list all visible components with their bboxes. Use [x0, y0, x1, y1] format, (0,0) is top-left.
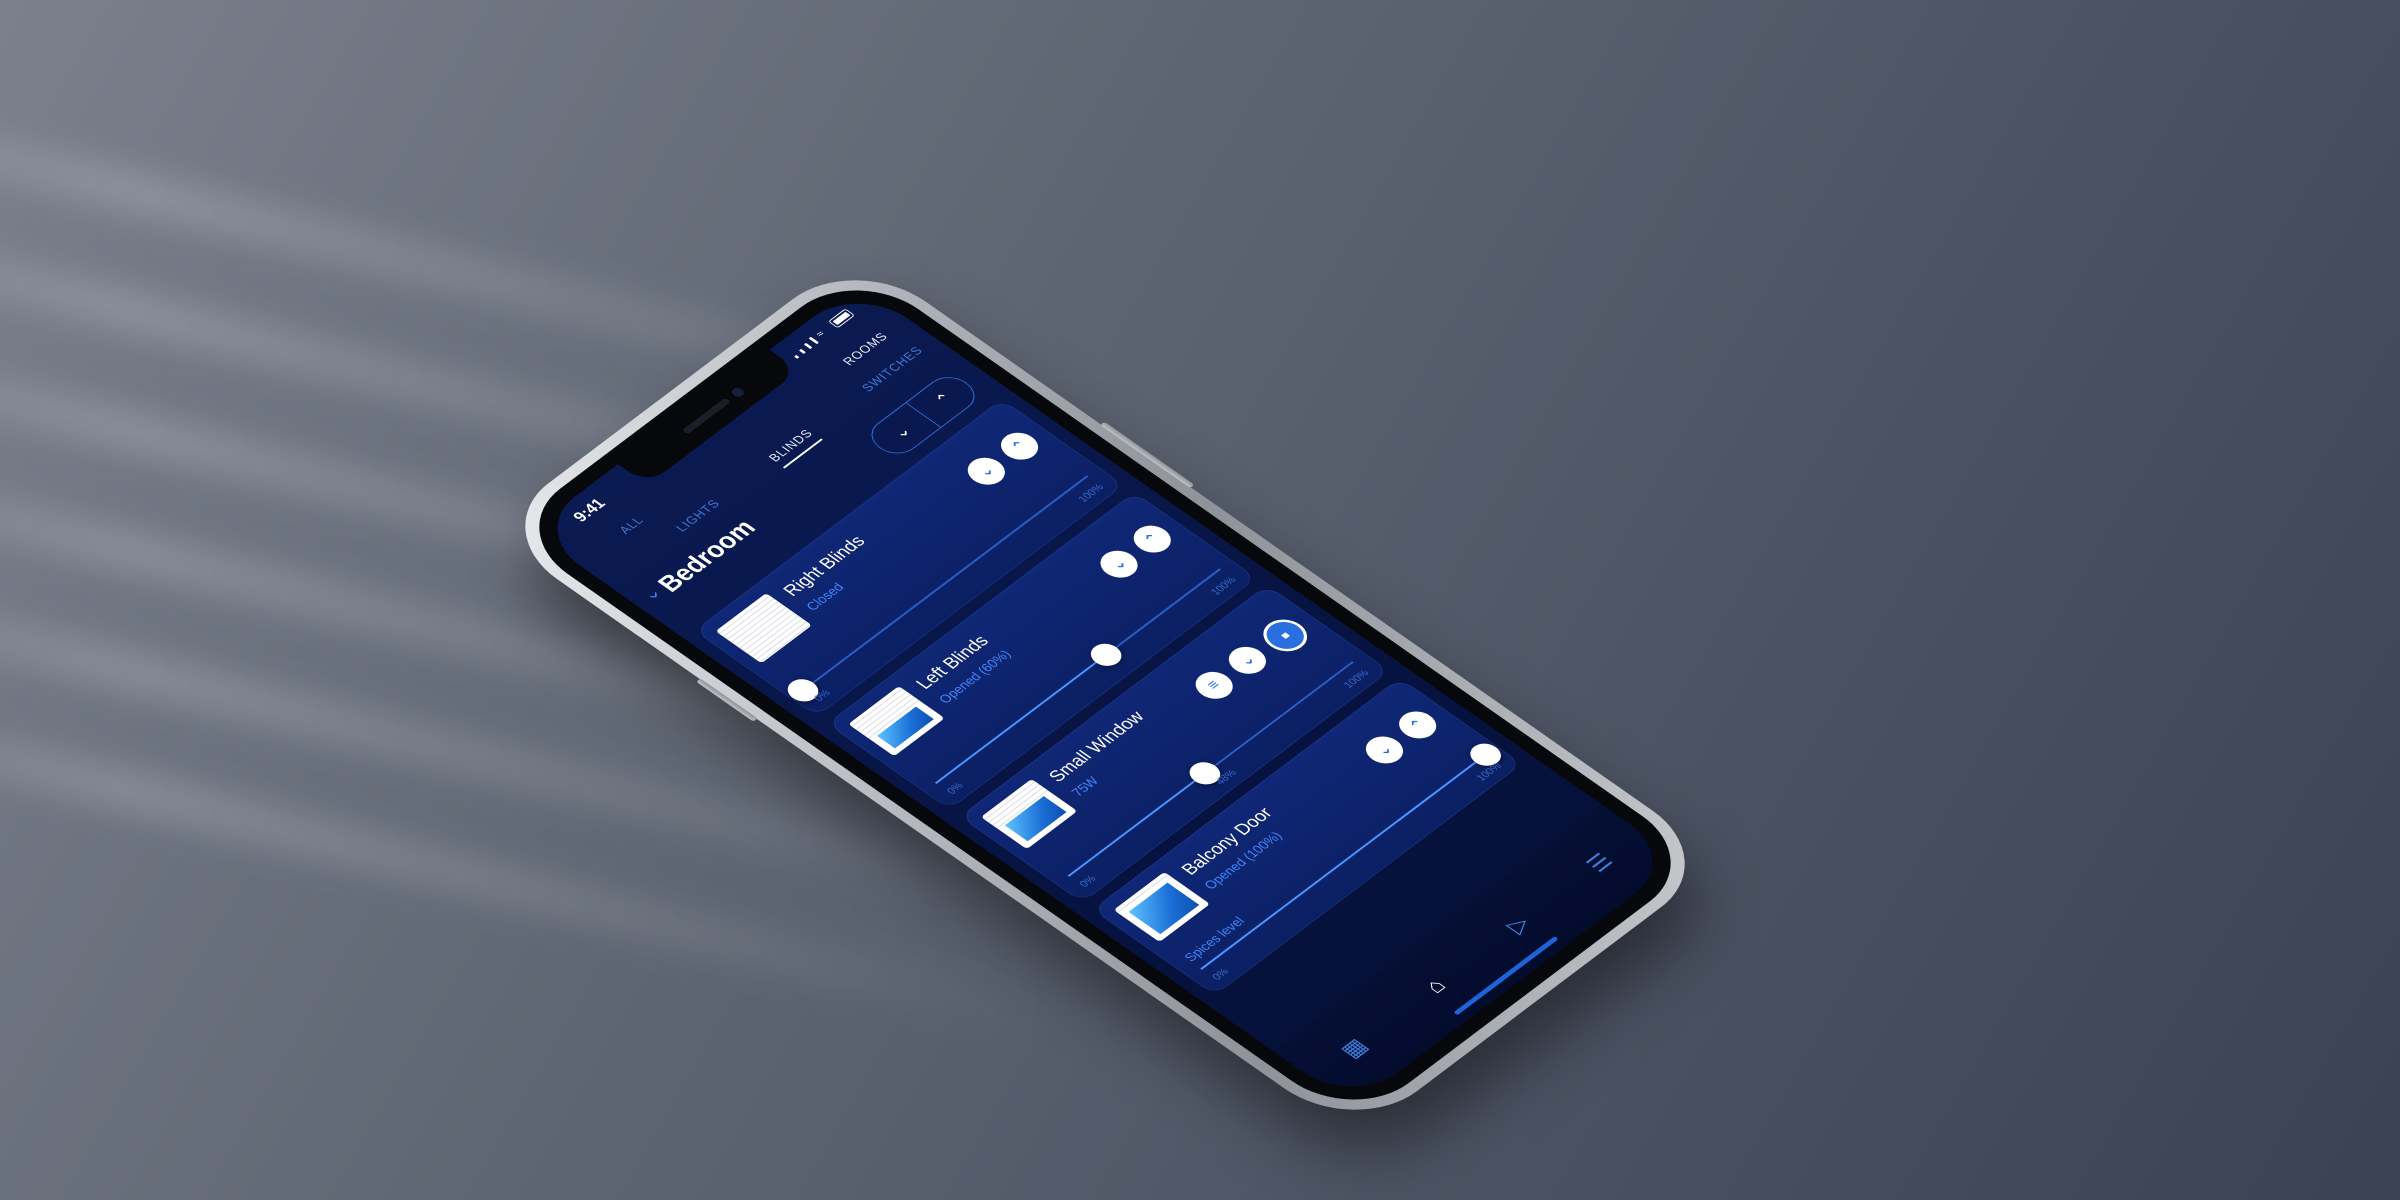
lower-button[interactable]: ⌄	[1358, 730, 1411, 769]
chevron-down-icon[interactable]: ›	[644, 587, 665, 603]
status-time: 9:41	[569, 495, 610, 525]
window-glass	[1125, 880, 1203, 937]
chevron-down-icon: ⌄	[974, 462, 999, 481]
slats-icon: ≡	[1203, 677, 1225, 693]
slider-max-label: 100%	[1341, 668, 1372, 691]
door-thumbnail	[1113, 871, 1211, 943]
raise-button[interactable]: ⌃	[993, 427, 1046, 466]
slider-min-label: 0%	[1077, 873, 1099, 890]
tab-blinds[interactable]: BLINDS	[765, 426, 823, 469]
home-indicator[interactable]	[1453, 936, 1559, 1016]
play-icon[interactable]: ▷	[1488, 903, 1548, 947]
card-controls: ≡ ⌄ ■	[1187, 613, 1317, 708]
slider-min-label: 0%	[1210, 966, 1232, 983]
wifi-icon: ≈	[813, 329, 828, 340]
chevron-down-icon: ⌄	[1236, 652, 1260, 670]
chevron-down-icon: ⌄	[887, 421, 915, 442]
lower-button[interactable]: ⌄	[1092, 545, 1146, 584]
grid-icon[interactable]: ▦	[1324, 1026, 1384, 1070]
menu-icon[interactable]: ☰	[1570, 841, 1630, 885]
blinds-closed-thumbnail	[715, 593, 812, 664]
chevron-up-icon: ⌃	[1140, 530, 1165, 548]
chevron-down-icon: ⌄	[1107, 555, 1132, 573]
signal-bar	[798, 348, 806, 354]
card-controls: ⌄ ⌃	[1092, 520, 1179, 584]
signal-bar	[808, 336, 819, 345]
blind-slats	[715, 593, 812, 664]
card-controls: ⌄ ⌃	[1358, 705, 1444, 769]
stop-icon: ■	[1276, 629, 1294, 642]
tilt-button[interactable]: ≡	[1187, 666, 1241, 705]
signal-icon	[794, 354, 800, 359]
window-thumbnail	[980, 778, 1078, 850]
chevron-up-icon: ⌃	[1008, 437, 1032, 456]
slider-max-label: 100%	[1076, 482, 1107, 505]
stop-button[interactable]: ■	[1254, 613, 1317, 658]
tab-all[interactable]: ALL	[616, 514, 647, 537]
chevron-down-icon: ⌄	[1373, 741, 1397, 759]
lower-button[interactable]: ⌄	[960, 452, 1013, 491]
slider-min-label: 0%	[944, 780, 967, 797]
raise-button[interactable]: ⌃	[1126, 520, 1179, 559]
status-icons: ≈	[787, 308, 856, 359]
battery-icon	[827, 308, 856, 329]
home-icon[interactable]: ⌂	[1406, 965, 1465, 1008]
front-camera	[729, 386, 747, 399]
chevron-up-icon: ⌃	[1406, 716, 1430, 734]
device-list: Right Blinds Closed ⌄ ⌃ 0% 100% Left Bli…	[693, 398, 1532, 1003]
slider-max-label: 100%	[1208, 575, 1240, 598]
lower-button[interactable]: ⌄	[1221, 641, 1274, 680]
blinds-open-thumbnail	[848, 686, 945, 757]
raise-button[interactable]: ⌃	[1391, 705, 1444, 744]
chevron-up-icon: ⌃	[930, 389, 958, 409]
signal-bar	[803, 342, 813, 350]
room-title: Bedroom	[651, 514, 762, 597]
card-controls: ⌄ ⌃	[960, 427, 1046, 491]
